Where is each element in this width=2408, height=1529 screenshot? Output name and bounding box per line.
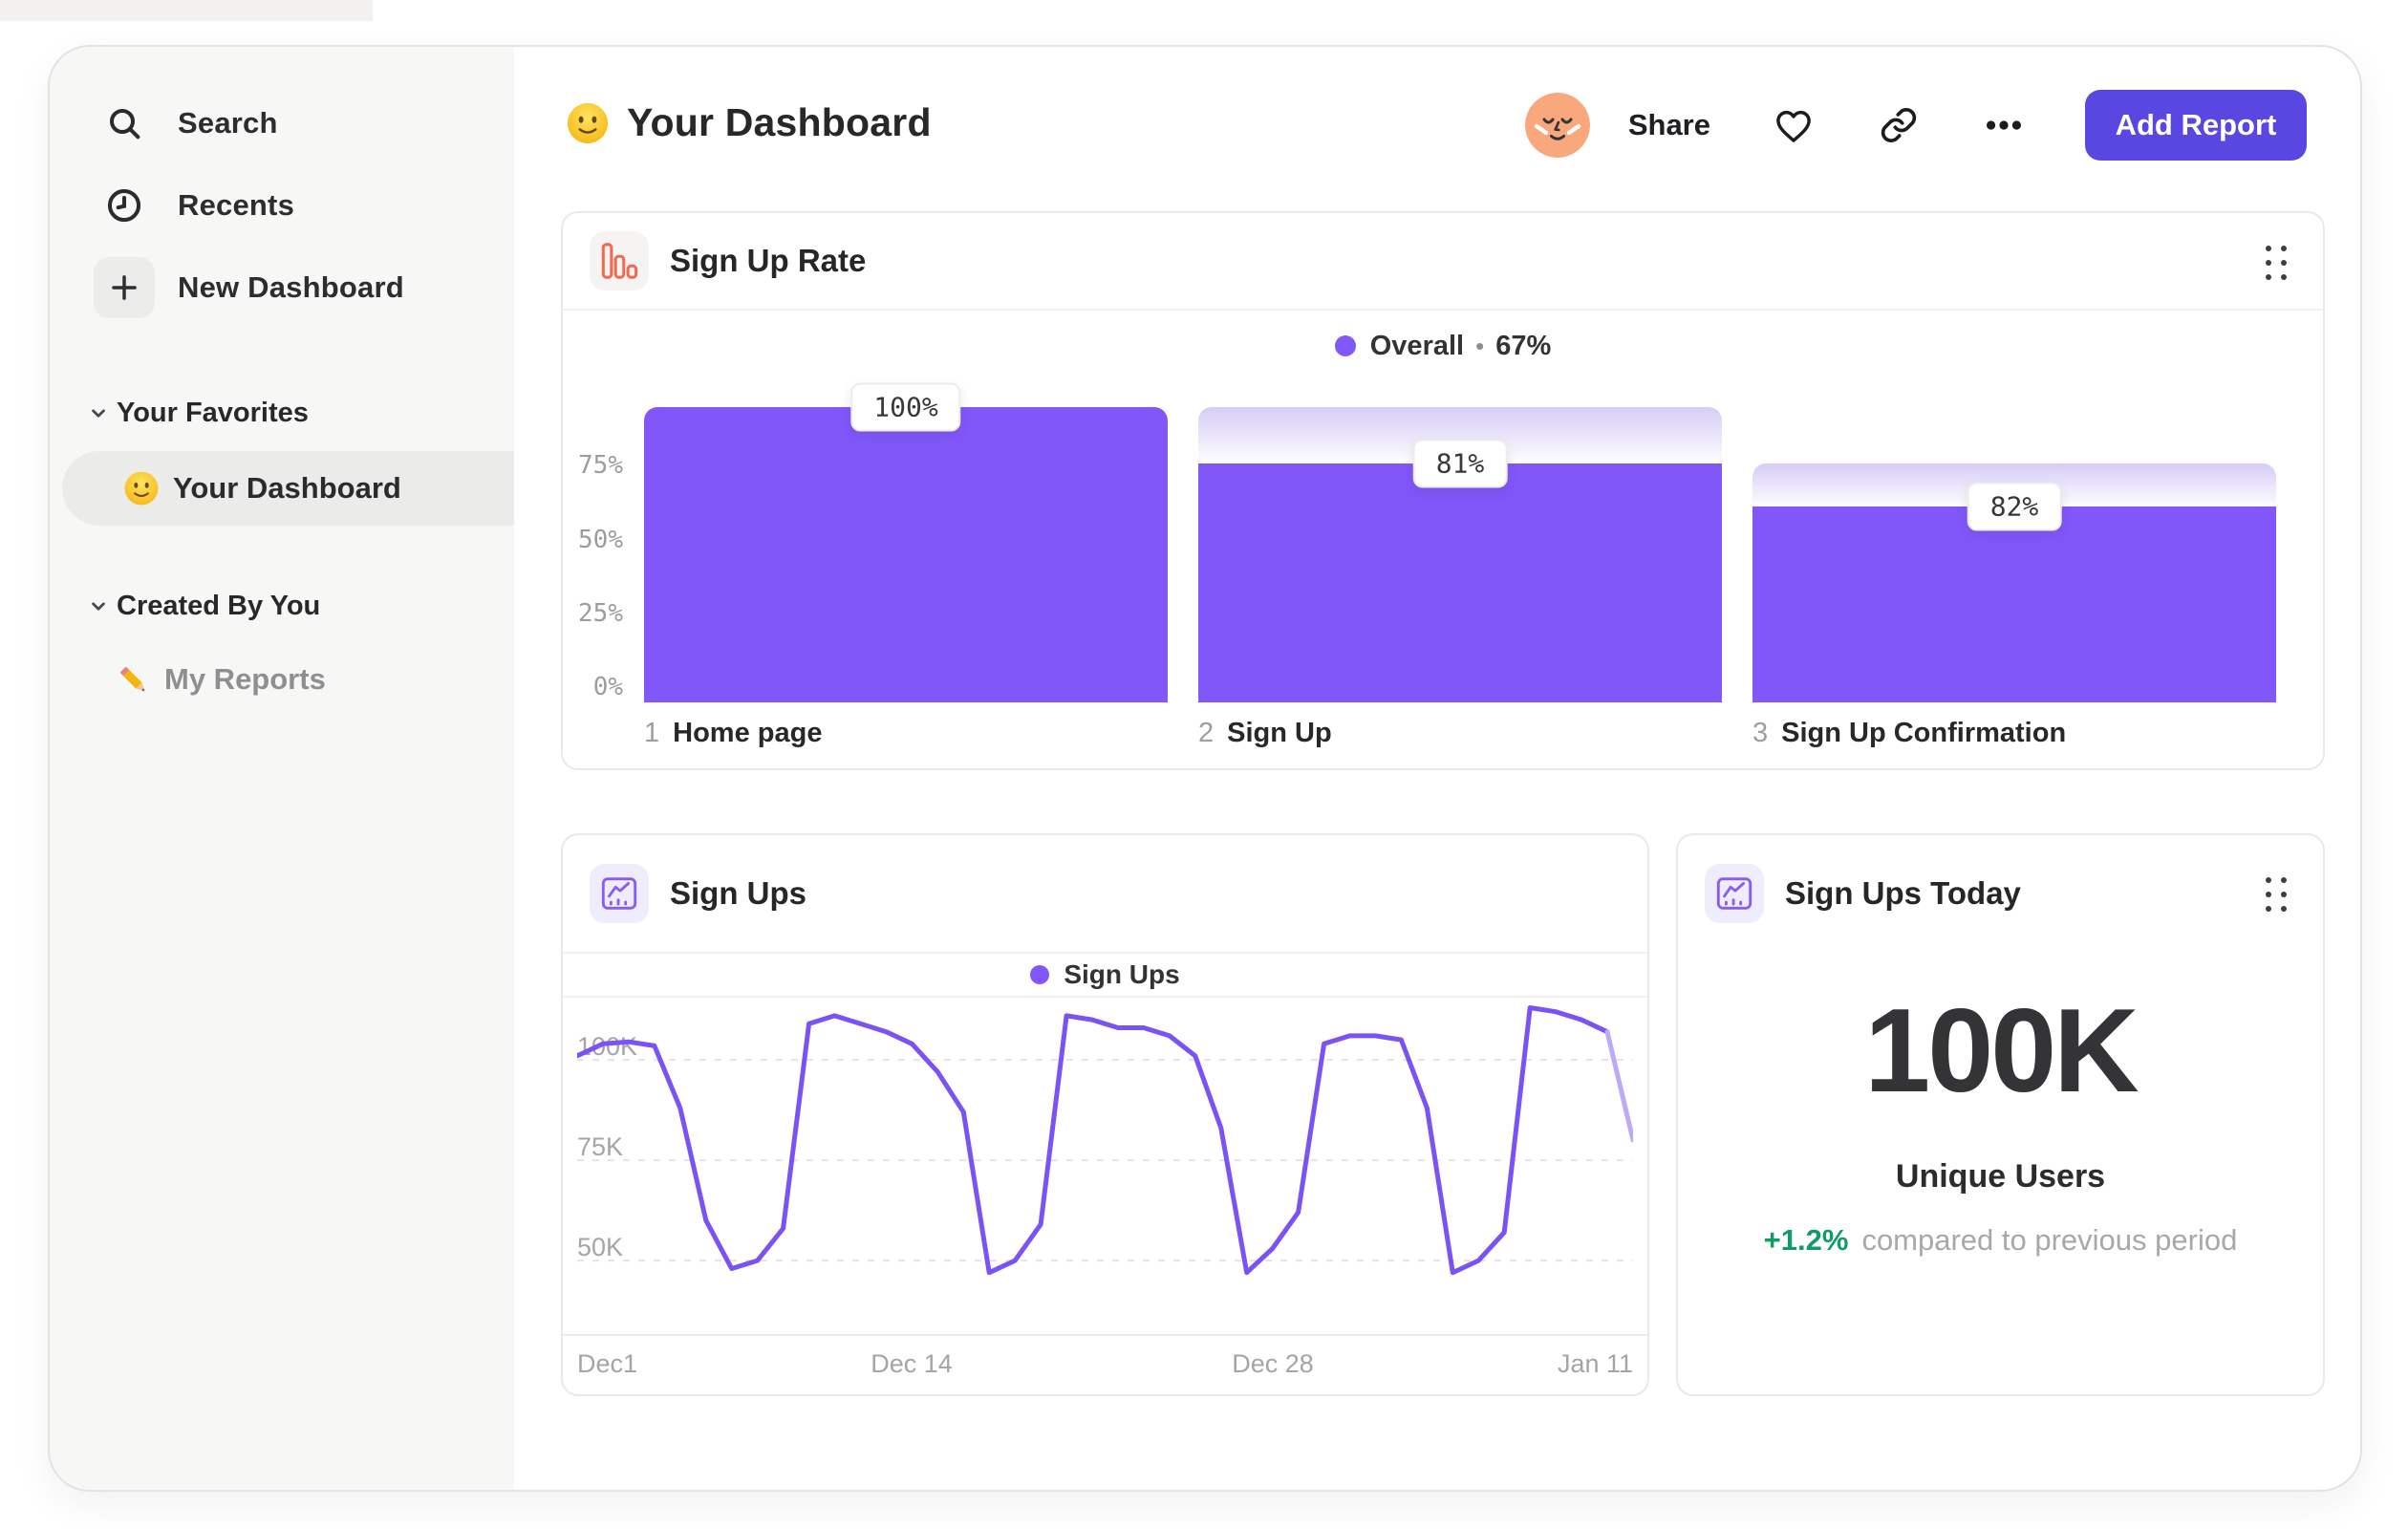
screen: Search Recents New Dashboard Your Favori…	[0, 0, 2408, 1529]
section-created-by-you[interactable]: Created By You	[50, 582, 514, 630]
funnel-step-label: 1 Home page	[644, 718, 823, 748]
section-title: Created By You	[117, 590, 321, 621]
line-chart-plot	[574, 1005, 1636, 1334]
legend-value: 67%	[1495, 330, 1552, 361]
sidebar-item-label: Search	[178, 106, 278, 140]
smiley-emoji	[566, 101, 610, 145]
x-tick-label: Dec1	[577, 1349, 638, 1378]
sidebar-item-my-reports[interactable]: My Reports	[115, 647, 326, 712]
funnel-step-label: 3 Sign Up Confirmation	[1752, 718, 2067, 748]
bar-value-tooltip: 81%	[1412, 439, 1508, 488]
sidebar-item-label: My Reports	[164, 662, 326, 696]
legend-dot	[1334, 335, 1356, 356]
funnel-y-tick: 25%	[578, 598, 623, 628]
funnel-columns: 100% 81% 82%	[644, 382, 2276, 702]
chevron-down-icon	[86, 400, 111, 425]
bar-value-tooltip: 82%	[1967, 482, 2062, 531]
card-title: Sign Ups	[670, 875, 807, 911]
app-window: Search Recents New Dashboard Your Favori…	[48, 45, 2362, 1492]
search-icon	[94, 93, 155, 154]
funnel-bar-step-2[interactable]: 81%	[1198, 407, 1722, 702]
more-options-icon[interactable]	[1982, 103, 2026, 147]
share-button[interactable]: Share	[1628, 108, 1710, 142]
drag-handle-icon[interactable]	[2266, 877, 2287, 912]
sidebar-item-search[interactable]: Search	[50, 91, 514, 156]
header-controls: Share Add Report	[1524, 90, 2307, 161]
funnel-bar-step-3[interactable]: 82%	[1752, 407, 2276, 702]
funnel-legend[interactable]: Overall • 67%	[563, 326, 2323, 366]
sidebar-item-your-dashboard[interactable]: Your Dashboard	[62, 451, 553, 526]
sidebar: Search Recents New Dashboard Your Favori…	[50, 47, 553, 1490]
section-title: Your Favorites	[117, 397, 309, 428]
sign-ups-today-card: Sign Ups Today 100K Unique Users +1.2% c…	[1676, 833, 2325, 1396]
page-title-group: Your Dashboard	[566, 100, 932, 145]
change-description: compared to previous period	[1861, 1223, 2238, 1257]
section-your-favorites[interactable]: Your Favorites	[50, 389, 514, 437]
sidebar-item-label: Your Dashboard	[173, 471, 401, 505]
pencil-emoji	[115, 661, 151, 698]
x-tick-label: Dec 28	[1232, 1349, 1314, 1378]
sidebar-item-label: New Dashboard	[178, 270, 404, 304]
bar-value-tooltip: 100%	[850, 382, 961, 432]
plus-icon	[94, 257, 155, 318]
x-axis-line	[563, 1334, 1647, 1336]
funnel-step-label: 2 Sign Up	[1198, 718, 1332, 748]
legend-dot	[1030, 965, 1050, 984]
x-tick-label: Jan 11	[1557, 1349, 1633, 1378]
chevron-down-icon	[86, 593, 111, 618]
funnel-y-tick: 75%	[578, 451, 623, 481]
card-header: Sign Up Rate	[563, 213, 2323, 311]
legend-name: Sign Ups	[1064, 959, 1180, 989]
change-percent: +1.2%	[1763, 1223, 1849, 1257]
add-report-button[interactable]: Add Report	[2085, 90, 2307, 161]
page-header: Your Dashboard Share Add Report	[514, 47, 2360, 205]
sign-up-rate-card: Sign Up Rate Overall • 67% 75% 50% 25% 0% 1…	[561, 211, 2325, 770]
top-left-strip	[0, 0, 373, 21]
card-header: Sign Ups	[563, 835, 1647, 954]
drag-handle-icon[interactable]	[2266, 246, 2287, 280]
legend-separator: •	[1475, 331, 1485, 360]
x-tick-label: Dec 14	[871, 1349, 953, 1378]
sign-ups-card: Sign Ups Sign Ups 100K 75K 50K Dec1 Dec …	[561, 833, 1649, 1396]
card-title: Sign Ups Today	[1785, 875, 2021, 911]
funnel-y-tick: 0%	[592, 673, 623, 701]
sidebar-item-recents[interactable]: Recents	[50, 173, 514, 238]
legend-name: Overall	[1369, 330, 1465, 361]
bar-chart-icon	[590, 231, 649, 291]
line-legend[interactable]: Sign Ups	[563, 954, 1647, 998]
metric-change: +1.2% compared to previous period	[1678, 1223, 2323, 1258]
line-chart-icon	[1705, 864, 1764, 923]
funnel-y-tick: 50%	[578, 525, 623, 554]
funnel-bar-step-1[interactable]: 100%	[644, 382, 1168, 702]
smiley-emoji	[123, 470, 160, 506]
sidebar-item-new-dashboard[interactable]: New Dashboard	[50, 255, 514, 320]
sidebar-item-label: Recents	[178, 188, 295, 222]
main-content: Your Dashboard Share Add Report Sign Up …	[514, 47, 2360, 1490]
funnel-step-labels: 1 Home page 2 Sign Up 3 Sign Up Confirmation	[644, 718, 2276, 749]
copy-link-icon[interactable]	[1877, 103, 1921, 147]
metric-value: 100K	[1864, 985, 2139, 1117]
page-title: Your Dashboard	[627, 100, 932, 144]
avatar[interactable]	[1524, 93, 1590, 158]
line-chart-svg	[574, 1005, 1636, 1276]
card-header: Sign Ups Today	[1678, 835, 2323, 952]
line-chart-icon	[590, 864, 649, 923]
favorite-heart-icon[interactable]	[1772, 103, 1816, 147]
card-title: Sign Up Rate	[670, 243, 867, 278]
clock-icon	[94, 175, 155, 236]
funnel-y-axis: 75% 50% 25% 0%	[563, 407, 623, 702]
metric-label: Unique Users	[1895, 1158, 2106, 1195]
